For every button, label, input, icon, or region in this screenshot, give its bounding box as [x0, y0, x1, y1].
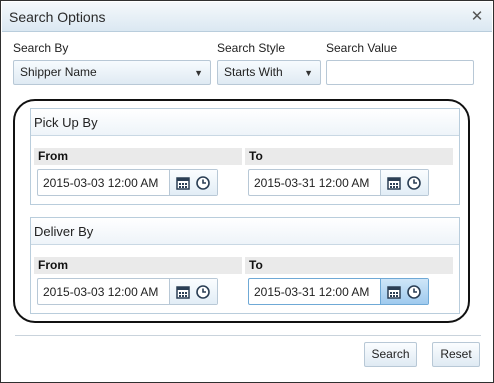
clock-icon[interactable] — [195, 175, 211, 191]
deliver-to-value: 2015-03-31 12:00 AM — [254, 285, 370, 299]
deliver-group-header: Deliver By — [31, 218, 459, 245]
deliver-group: Deliver By From To 2015-03-03 12:00 AM 2… — [30, 217, 460, 314]
calendar-icon[interactable] — [175, 284, 191, 300]
pickup-to-value: 2015-03-31 12:00 AM — [254, 176, 370, 190]
picker-buttons — [169, 279, 217, 304]
deliver-to-label: To — [245, 257, 453, 274]
clock-icon[interactable] — [406, 175, 422, 191]
chevron-down-icon: ▼ — [304, 68, 313, 78]
search-style-label: Search Style — [217, 41, 286, 55]
calendar-icon[interactable] — [386, 175, 402, 191]
footer-divider — [15, 335, 481, 336]
pickup-to-datetimepicker[interactable]: 2015-03-31 12:00 AM — [248, 169, 429, 196]
search-value-field[interactable] — [326, 60, 474, 85]
dialog-titlebar[interactable]: Search Options ✕ — [2, 2, 492, 32]
search-by-select[interactable]: Shipper Name ▼ — [13, 60, 211, 85]
picker-buttons — [380, 170, 428, 195]
pickup-to-label: To — [245, 148, 453, 165]
search-by-value: Shipper Name — [20, 65, 97, 79]
pickup-from-datetimepicker[interactable]: 2015-03-03 12:00 AM — [37, 169, 218, 196]
chevron-down-icon: ▼ — [194, 68, 203, 78]
search-style-select[interactable]: Starts With ▼ — [217, 60, 321, 85]
search-button[interactable]: Search — [364, 342, 417, 367]
picker-buttons — [169, 170, 217, 195]
calendar-icon[interactable] — [386, 284, 402, 300]
deliver-to-datetimepicker[interactable]: 2015-03-31 12:00 AM — [248, 278, 429, 305]
search-style-value: Starts With — [224, 65, 283, 79]
reset-button[interactable]: Reset — [432, 342, 480, 367]
picker-buttons — [380, 279, 428, 304]
pickup-group: Pick Up By From To 2015-03-03 12:00 AM 2… — [30, 108, 460, 205]
clock-icon[interactable] — [406, 284, 422, 300]
close-icon[interactable]: ✕ — [470, 8, 484, 26]
search-by-label: Search By — [13, 41, 69, 55]
deliver-from-value: 2015-03-03 12:00 AM — [43, 285, 159, 299]
deliver-from-label: From — [34, 257, 242, 274]
pickup-from-value: 2015-03-03 12:00 AM — [43, 176, 159, 190]
calendar-icon[interactable] — [175, 175, 191, 191]
search-value-input[interactable] — [327, 61, 473, 84]
pickup-from-label: From — [34, 148, 242, 165]
search-value-label: Search Value — [326, 41, 398, 55]
pickup-group-header: Pick Up By — [31, 109, 459, 136]
dialog-title: Search Options — [9, 9, 106, 25]
deliver-from-datetimepicker[interactable]: 2015-03-03 12:00 AM — [37, 278, 218, 305]
clock-icon[interactable] — [195, 284, 211, 300]
search-options-dialog: Search Options ✕ Search By Shipper Name … — [0, 0, 494, 383]
